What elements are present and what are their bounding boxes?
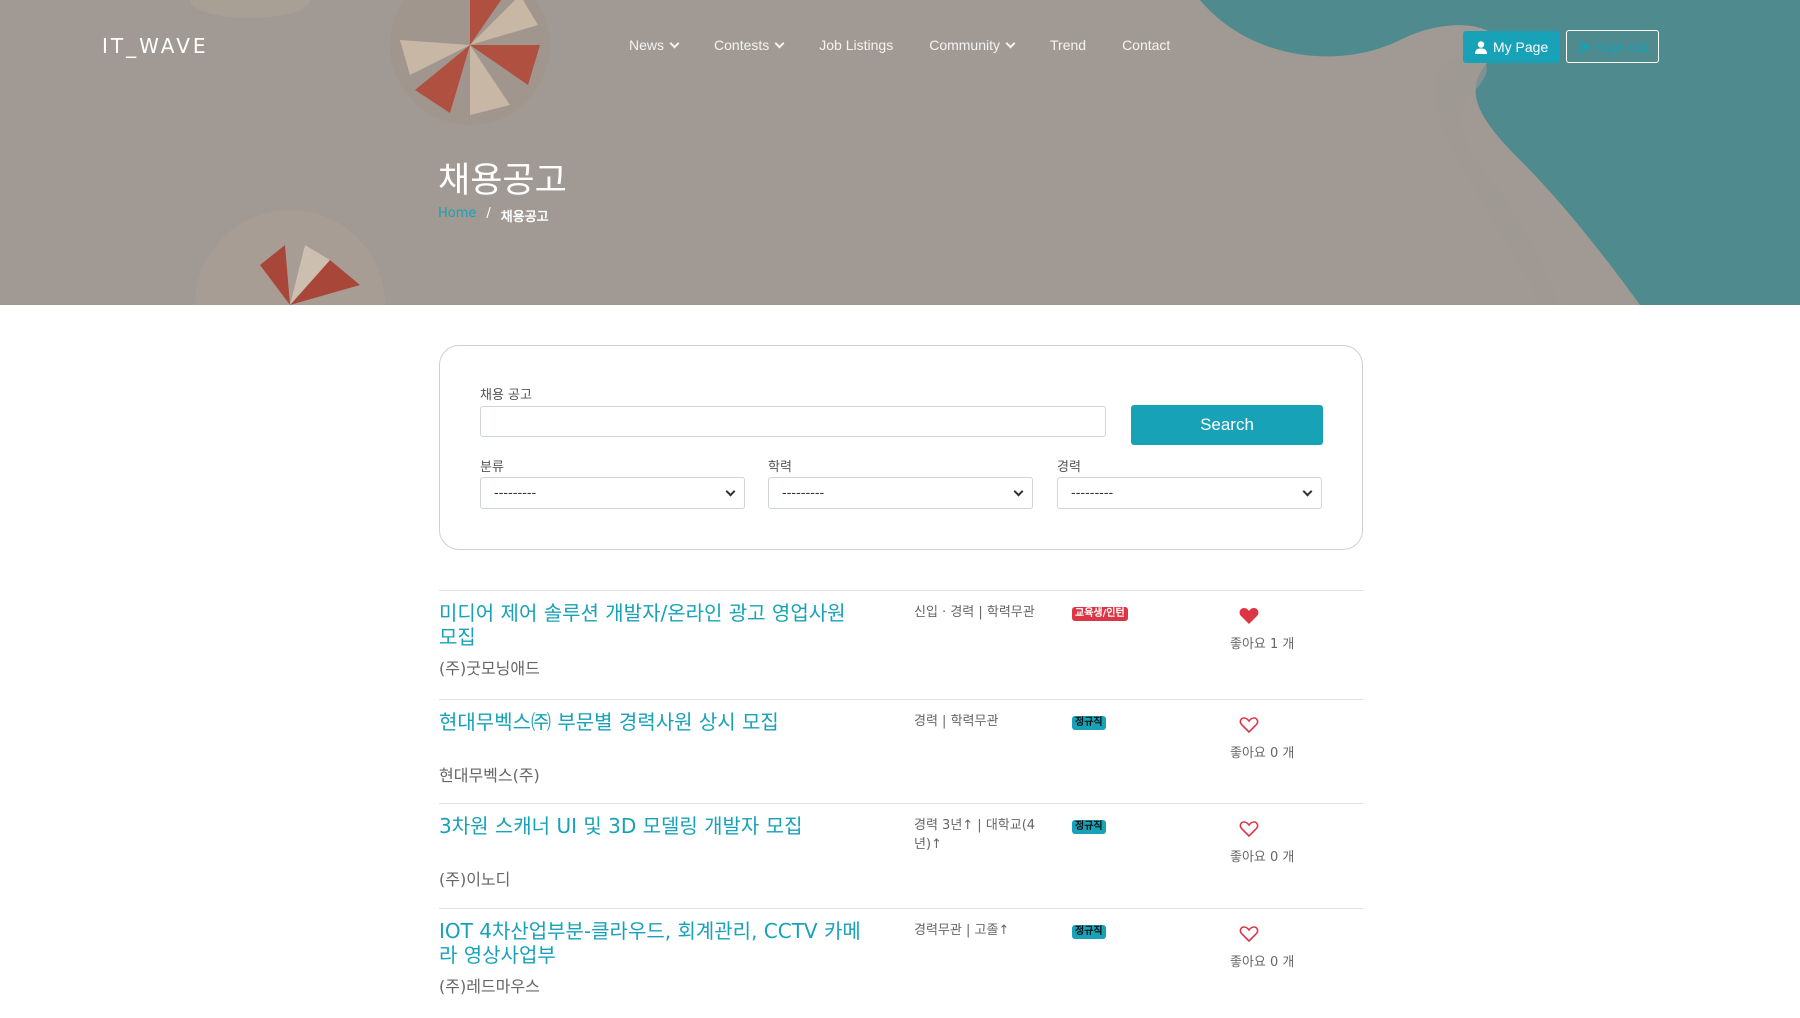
category-label: 분류	[480, 460, 504, 475]
my-page-button[interactable]: My Page	[1463, 31, 1561, 63]
nav-item-label: Trend	[1050, 37, 1087, 53]
job-title-link[interactable]: IOT 4차산업부분-클라우드, 회계관리, CCTV 카메 라 영상사업부	[439, 919, 884, 967]
job-company: (주)굿모닝애드	[439, 659, 540, 678]
education-select-value: ---------	[782, 485, 825, 501]
nav-item-label: Job Listings	[819, 37, 894, 53]
search-form-card: 채용 공고 Search 분류 --------- 학력 --------- 경…	[439, 345, 1363, 550]
nav-item-label: Community	[929, 37, 1000, 53]
career-label: 경력	[1057, 460, 1081, 475]
breadcrumb-current: 채용공고	[500, 210, 549, 225]
nav-item-job-listings[interactable]: Job Listings	[819, 37, 893, 53]
user-icon	[1475, 40, 1487, 54]
job-meta-line: 년)↑	[914, 837, 942, 852]
job-title-line: 현대무벡스㈜ 부문별 경력사원 상시 모집	[439, 710, 779, 734]
heart-outline-icon[interactable]	[1239, 716, 1259, 734]
like-count: 좋아요 1 개	[1230, 637, 1295, 652]
main-nav: News Contests Job Listings Community Tre…	[629, 37, 1206, 53]
nav-item-label: Contact	[1122, 37, 1171, 53]
nav-item-trend[interactable]: Trend	[1050, 37, 1086, 53]
career-select[interactable]: ---------	[1057, 477, 1322, 509]
sign-out-button[interactable]: Sign out	[1566, 30, 1659, 63]
like-count: 좋아요 0 개	[1230, 746, 1295, 761]
heart-outline-icon[interactable]	[1239, 925, 1259, 943]
job-company: (주)레드마우스	[439, 977, 540, 996]
chevron-down-icon	[669, 38, 680, 48]
sign-out-label: Sign out	[1596, 38, 1649, 55]
job-list: 미디어 제어 솔루션 개발자/온라인 광고 영업사원 모집 (주)굿모닝애드 신…	[439, 590, 1363, 1018]
chevron-down-icon	[1302, 486, 1313, 497]
heart-filled-icon[interactable]	[1239, 607, 1259, 625]
heart-outline-icon[interactable]	[1239, 820, 1259, 838]
job-company: 현대무벡스(주)	[439, 766, 540, 785]
employment-type-badge: 정규직	[1072, 925, 1106, 939]
breadcrumb-separator: /	[486, 206, 491, 221]
nav-item-label: News	[629, 37, 665, 53]
career-select-value: ---------	[1071, 485, 1114, 501]
like-count: 좋아요 0 개	[1230, 850, 1295, 865]
nav-item-community[interactable]: Community	[929, 37, 1016, 53]
job-title-line: 모집	[439, 625, 476, 649]
job-meta-line: 신입 · 경력 | 학력무관	[914, 605, 1035, 620]
chevron-down-icon	[1005, 38, 1016, 48]
search-button[interactable]: Search	[1131, 405, 1323, 445]
job-meta-line: 경력 3년↑ | 대학교(4	[914, 818, 1036, 833]
breadcrumb-home-link[interactable]: Home	[438, 206, 476, 225]
category-select[interactable]: ---------	[480, 477, 745, 509]
nav-item-contests[interactable]: Contests	[714, 37, 785, 53]
job-meta: 신입 · 경력 | 학력무관	[914, 603, 1044, 622]
job-meta: 경력 3년↑ | 대학교(4 년)↑	[914, 816, 1044, 854]
job-company: (주)이노디	[439, 870, 511, 889]
chevron-down-icon	[725, 486, 736, 497]
job-meta: 경력무관 | 고졸↑	[914, 921, 1044, 940]
hero-banner: IT_WAVE News Contests Job Listings Commu…	[0, 0, 1800, 305]
list-item: 현대무벡스㈜ 부문별 경력사원 상시 모집 현대무벡스(주) 경력 | 학력무관…	[439, 699, 1363, 803]
education-select[interactable]: ---------	[768, 477, 1033, 509]
job-title-link[interactable]: 현대무벡스㈜ 부문별 경력사원 상시 모집	[439, 710, 884, 734]
list-item: 미디어 제어 솔루션 개발자/온라인 광고 영업사원 모집 (주)굿모닝애드 신…	[439, 590, 1363, 699]
top-navbar: IT_WAVE News Contests Job Listings Commu…	[0, 0, 1800, 92]
list-item: IOT 4차산업부분-클라우드, 회계관리, CCTV 카메 라 영상사업부 (…	[439, 908, 1363, 1018]
job-meta: 경력 | 학력무관	[914, 712, 1044, 731]
employment-type-badge: 정규직	[1072, 716, 1106, 730]
page-title: 채용공고	[438, 161, 567, 201]
employment-type-badge: 정규직	[1072, 820, 1106, 834]
breadcrumb: Home / 채용공고	[438, 206, 549, 225]
chevron-down-icon	[1013, 486, 1024, 497]
job-title-line: IOT 4차산업부분-클라우드, 회계관리, CCTV 카메	[439, 919, 861, 943]
job-title-line: 3차원 스캐너 UI 및 3D 모델링 개발자 모집	[439, 814, 803, 838]
education-label: 학력	[768, 460, 792, 475]
job-meta-line: 경력무관 | 고졸↑	[914, 923, 1010, 938]
chevron-down-icon	[774, 38, 785, 48]
job-title-line: 라 영상사업부	[439, 943, 556, 967]
brand-logo[interactable]: IT_WAVE	[102, 34, 209, 58]
employment-type-badge: 교육생/인턴	[1072, 607, 1128, 621]
nav-item-news[interactable]: News	[629, 37, 680, 53]
nav-item-contact[interactable]: Contact	[1122, 37, 1170, 53]
job-search-input[interactable]	[480, 406, 1106, 437]
sign-out-icon	[1576, 40, 1591, 53]
job-title-link[interactable]: 미디어 제어 솔루션 개발자/온라인 광고 영업사원 모집	[439, 601, 884, 649]
job-meta-line: 경력 | 학력무관	[914, 714, 999, 729]
category-select-value: ---------	[494, 485, 537, 501]
list-item: 3차원 스캐너 UI 및 3D 모델링 개발자 모집 (주)이노디 경력 3년↑…	[439, 803, 1363, 908]
job-search-label: 채용 공고	[480, 388, 532, 403]
job-title-link[interactable]: 3차원 스캐너 UI 및 3D 모델링 개발자 모집	[439, 814, 884, 838]
job-title-line: 미디어 제어 솔루션 개발자/온라인 광고 영업사원	[439, 601, 846, 625]
my-page-label: My Page	[1493, 39, 1549, 55]
nav-item-label: Contests	[714, 37, 770, 53]
like-count: 좋아요 0 개	[1230, 955, 1295, 970]
